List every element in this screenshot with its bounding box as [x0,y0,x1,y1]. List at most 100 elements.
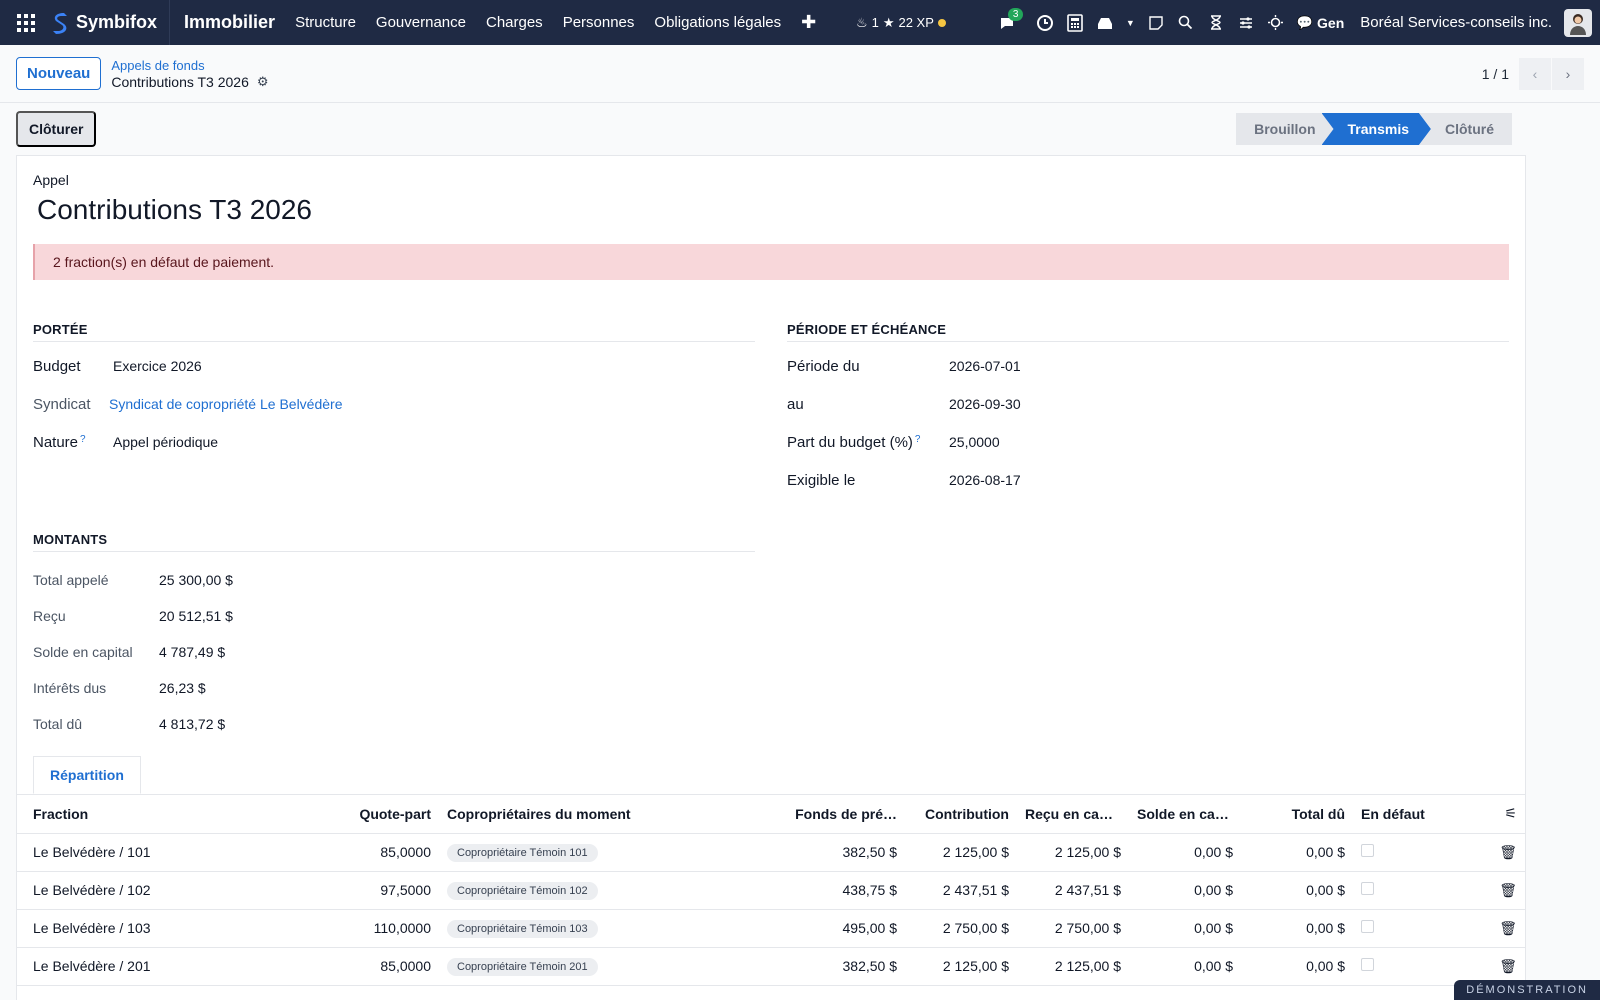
stage-cloture[interactable]: Clôturé [1419,113,1512,145]
column-header-solde[interactable]: Solde en cap… [1129,795,1241,834]
repartition-list: Fraction Quote-part Copropriétaires du m… [17,795,1525,986]
optional-columns-toggle[interactable]: ⚟ [1463,795,1525,834]
breadcrumb: Appels de fonds Contributions T3 2026 ⚙ [111,58,268,90]
trash-icon[interactable]: 🗑 [1499,920,1517,936]
menu-charges[interactable]: Charges [476,14,553,31]
breadcrumb-parent-link[interactable]: Appels de fonds [111,58,268,74]
amount-label: Total appelé [33,572,109,588]
page-title[interactable]: Contributions T3 2026 [37,194,1509,226]
column-header-fraction[interactable]: Fraction [17,795,233,834]
brightness-icon[interactable] [1267,14,1285,32]
period-group-title: PÉRIODE ET ÉCHÉANCE [787,322,1509,342]
column-header-quote-part[interactable]: Quote-part [233,795,439,834]
calculator-icon[interactable] [1066,13,1084,32]
default-checkbox[interactable] [1361,958,1374,971]
close-call-button[interactable]: Clôturer [16,111,97,147]
chevron-down-icon[interactable]: ▼ [1126,18,1135,28]
search-icon[interactable] [1177,14,1195,32]
fraction-cell[interactable]: Le Belvédère / 101 [17,833,233,872]
hourglass-icon[interactable] [1207,14,1225,32]
menu-gouvernance[interactable]: Gouvernance [366,14,476,31]
due-date-field[interactable]: 2026-08-17 [949,472,1021,488]
fonds-cell: 382,50 $ [669,833,905,872]
chevron-left-icon: ‹ [1532,65,1538,82]
default-checkbox[interactable] [1361,844,1374,857]
column-header-contribution[interactable]: Contribution [905,795,1017,834]
period-from-label: Période du [787,358,860,375]
solde-cell: 0,00 $ [1129,947,1241,986]
new-button[interactable]: Nouveau [16,57,102,90]
column-header-total-du[interactable]: Total dû [1241,795,1353,834]
budget-field[interactable]: Exercice 2026 [113,358,202,374]
tab-repartition[interactable]: Répartition [33,756,141,794]
default-checkbox[interactable] [1361,882,1374,895]
clock-icon[interactable] [1036,14,1054,32]
column-header-recu[interactable]: Reçu en capi… [1017,795,1129,834]
note-icon[interactable] [1147,14,1165,32]
menu-personnes[interactable]: Personnes [553,14,645,31]
quote-part-cell[interactable]: 85,0000 [233,947,439,986]
received-value: 20 512,51 $ [159,608,233,624]
quote-part-cell[interactable]: 85,0000 [233,833,439,872]
add-menu-icon[interactable]: ✚ [791,12,826,33]
quote-part-cell[interactable]: 97,5000 [233,871,439,910]
sliders-icon[interactable] [1237,14,1255,32]
symbifox-logo-icon [53,12,67,34]
brand[interactable]: Symbifox [44,0,171,45]
company-switcher[interactable]: Boréal Services-conseils inc. [1360,14,1552,31]
quote-part-cell[interactable]: 110,0000 [233,909,439,948]
gamify-count: 1 [871,15,879,30]
trash-icon[interactable]: 🗑 [1499,844,1517,860]
pager-next-button[interactable]: › [1552,57,1584,90]
help-icon[interactable]: ? [915,434,921,445]
chat-icon[interactable]: 3 [998,7,1024,32]
budget-share-field[interactable]: 25,0000 [949,434,1000,450]
table-row[interactable]: Le Belvédère / 101 85,0000 Copropriétair… [17,833,1525,872]
notebook-tabs: Répartition [17,756,1525,795]
amounts-group: MONTANTS Total appelé 25 300,00 $ Reçu 20 … [33,532,755,738]
column-header-owners[interactable]: Copropriétaires du moment [439,795,669,834]
inbox-icon[interactable] [1096,14,1114,32]
user-avatar[interactable] [1564,8,1592,37]
nature-label: Nature [33,434,79,451]
amount-label: Reçu [33,608,66,624]
fraction-cell[interactable]: Le Belvédère / 201 [17,947,233,986]
fraction-cell[interactable]: Le Belvédère / 102 [17,871,233,910]
trash-icon[interactable]: 🗑 [1499,882,1517,898]
apps-menu-icon[interactable] [8,5,44,41]
due-date-label: Exigible le [787,472,856,489]
app-name[interactable]: Immobilier [170,12,285,33]
fraction-cell[interactable]: Le Belvédère / 103 [17,909,233,948]
owner-tag[interactable]: Copropriétaire Témoin 103 [447,919,598,938]
capital-balance-value: 4 787,49 $ [159,644,226,660]
solde-cell: 0,00 $ [1129,909,1241,948]
period-from-field[interactable]: 2026-07-01 [949,358,1021,374]
owner-tag[interactable]: Copropriétaire Témoin 102 [447,881,598,900]
gear-icon[interactable]: ⚙ [257,74,269,90]
nature-field[interactable]: Appel périodique [113,434,218,450]
pager-previous-button[interactable]: ‹ [1519,57,1551,90]
menu-obligations[interactable]: Obligations légales [644,14,791,31]
owner-tag[interactable]: Copropriétaire Témoin 201 [447,957,598,976]
pager-value[interactable]: 1 / 1 [1482,66,1509,82]
syndicat-label: Syndicat [33,396,91,413]
stage-brouillon[interactable]: Brouillon [1236,113,1334,145]
gen-assistant[interactable]: 💬 Gen [1297,15,1344,31]
stage-transmis[interactable]: Transmis [1322,113,1431,145]
menu-structure[interactable]: Structure [285,14,366,31]
total-du-cell: 0,00 $ [1241,871,1353,910]
scope-group: PORTÉE Budget Exercice 2026 Syndicat Syn… [33,322,755,494]
trash-icon[interactable]: 🗑 [1499,958,1517,974]
help-icon[interactable]: ? [80,434,86,445]
table-row[interactable]: Le Belvédère / 102 97,5000 Copropriétair… [17,871,1525,910]
owner-tag[interactable]: Copropriétaire Témoin 101 [447,843,598,862]
column-header-fonds[interactable]: Fonds de pré… [669,795,905,834]
syndicat-link[interactable]: Syndicat de copropriété Le Belvédère [109,396,342,412]
table-row[interactable]: Le Belvédère / 103 110,0000 Copropriétai… [17,909,1525,948]
total-called-value: 25 300,00 $ [159,572,233,588]
default-checkbox[interactable] [1361,920,1374,933]
gamification-widget[interactable]: ♨ 1 ★ 22 XP [856,15,946,31]
period-to-field[interactable]: 2026-09-30 [949,396,1021,412]
table-row[interactable]: Le Belvédère / 201 85,0000 Copropriétair… [17,947,1525,986]
column-header-en-defaut[interactable]: En défaut [1353,795,1463,834]
